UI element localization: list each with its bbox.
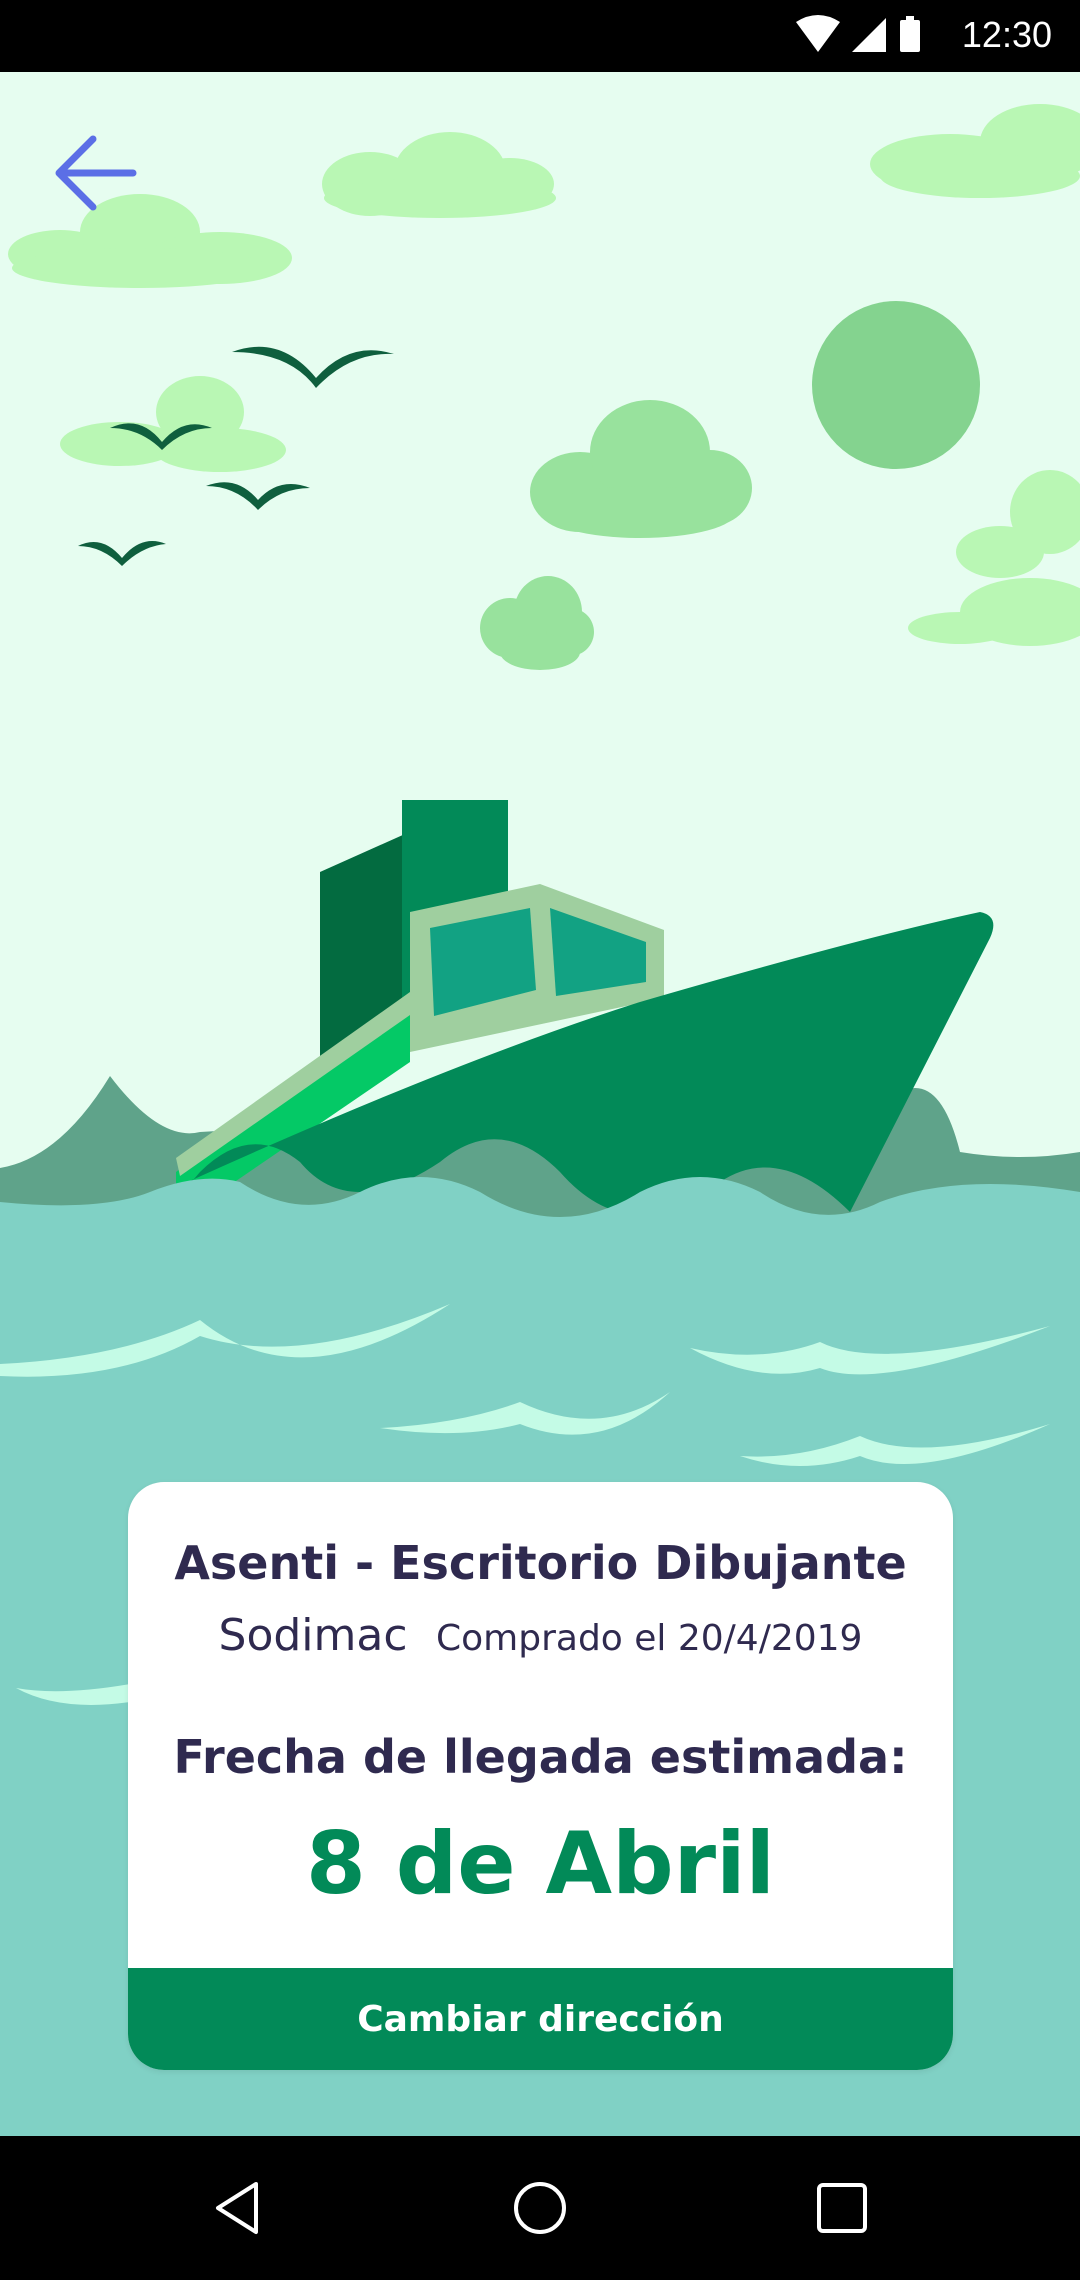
product-name: Asenti - Escritorio Dibujante (174, 1536, 907, 1590)
wifi-icon (796, 15, 840, 52)
arrow-left-icon (55, 135, 137, 211)
status-bar: 12:30 (0, 0, 1080, 72)
navigation-bar (0, 2136, 1080, 2280)
status-icons (796, 15, 920, 52)
order-meta-row: Sodimac Comprado el 20/4/2019 (128, 1610, 953, 1661)
battery-icon (900, 16, 920, 52)
nav-back-button[interactable] (190, 2160, 286, 2256)
sun-shape (812, 301, 980, 469)
recents-square-icon (817, 2183, 867, 2233)
eta-date: 8 de Abril (305, 1814, 776, 1914)
nav-home-button[interactable] (492, 2160, 588, 2256)
change-address-button[interactable]: Cambiar dirección (128, 1968, 953, 2070)
status-time: 12:30 (961, 14, 1052, 55)
purchase-date: Comprado el 20/4/2019 (436, 1618, 863, 1659)
home-circle-icon (514, 2182, 566, 2234)
order-card: Asenti - Escritorio Dibujante Sodimac Co… (128, 1482, 953, 2070)
back-button[interactable] (44, 124, 144, 224)
cell-signal-icon (852, 18, 886, 52)
nav-recents-button[interactable] (794, 2160, 890, 2256)
back-triangle-icon (216, 2182, 258, 2234)
eta-label: Frecha de llegada estimada: (173, 1730, 908, 1784)
store-name: Sodimac (218, 1610, 408, 1661)
